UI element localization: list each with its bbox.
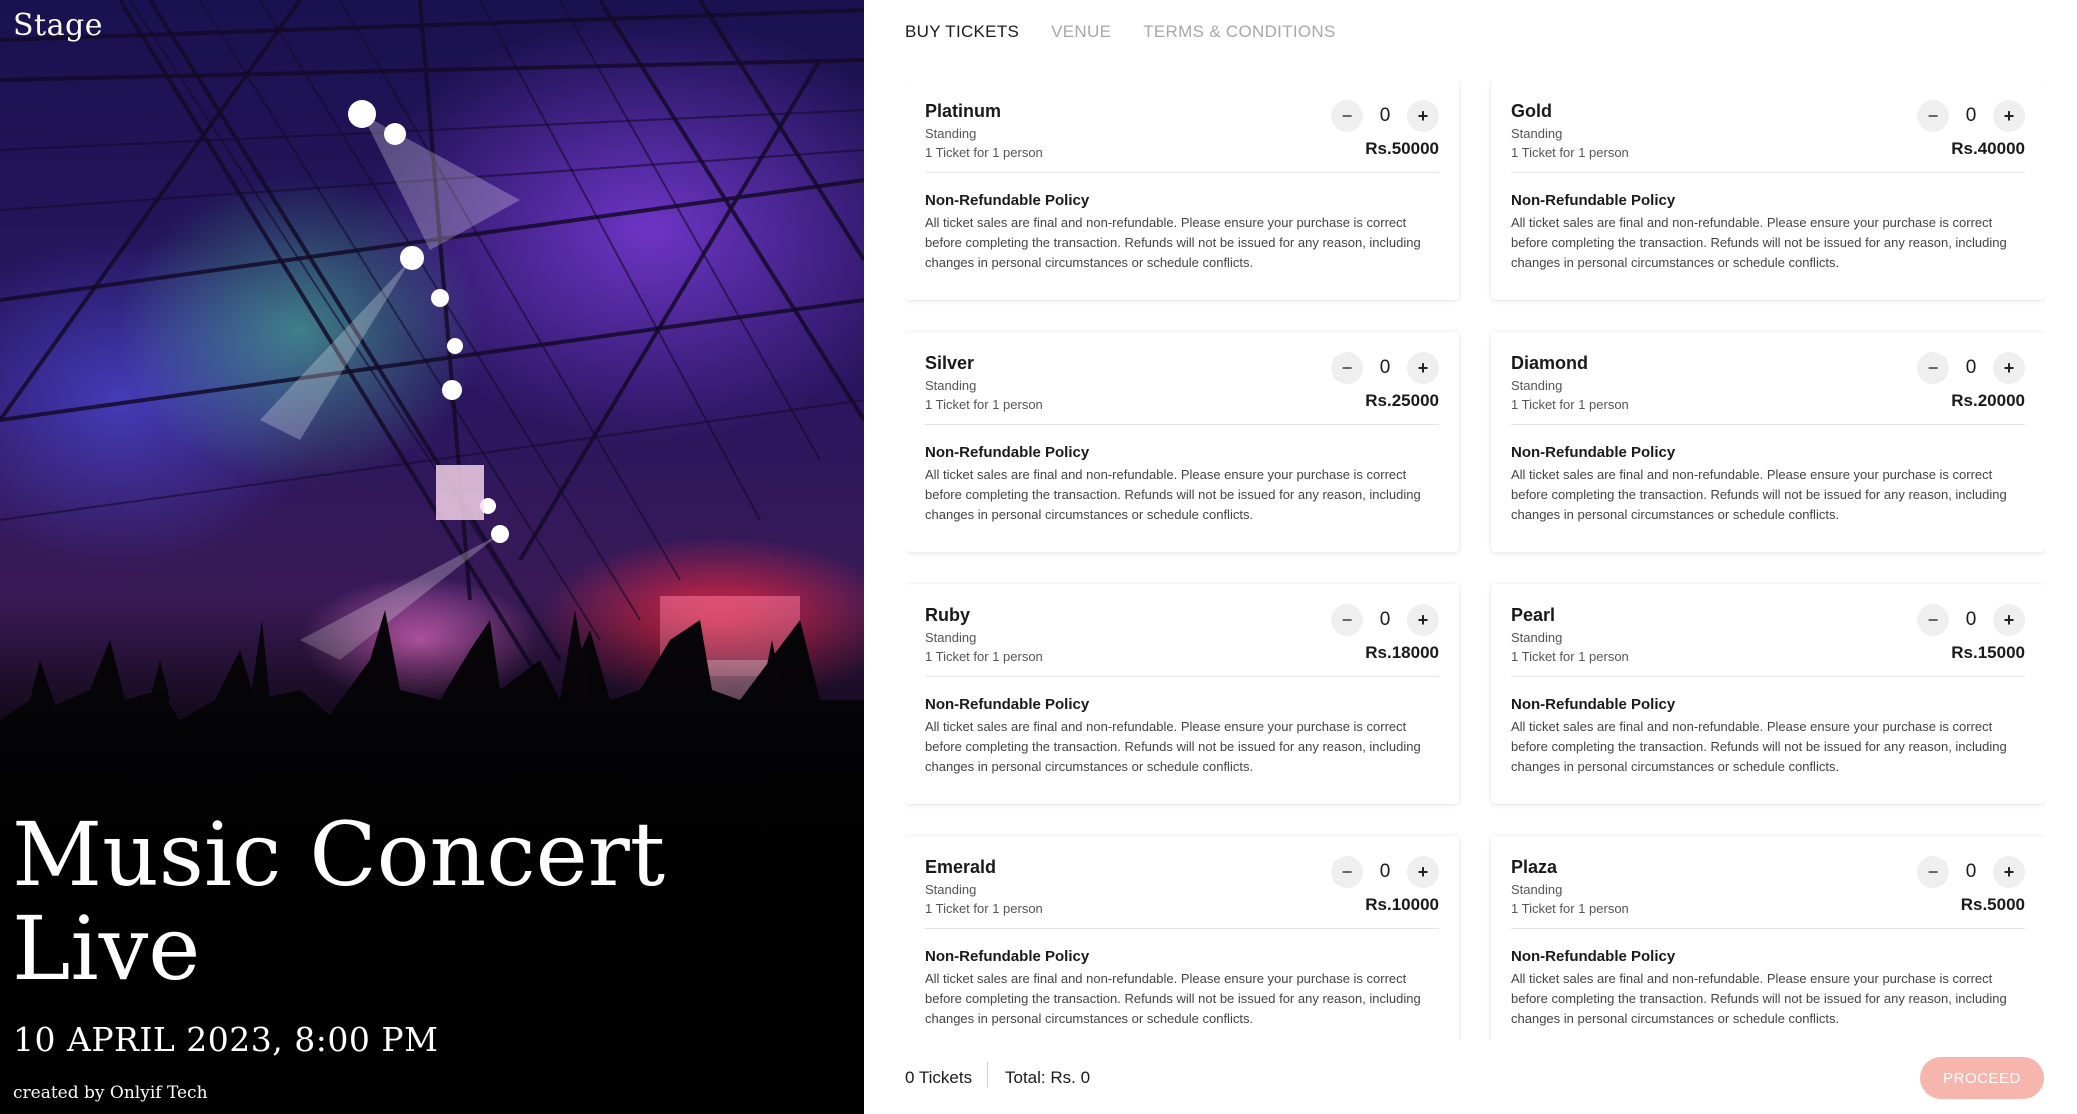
ticket-description: 1 Ticket for 1 person [925,397,1043,412]
plus-icon[interactable]: + [1993,100,2025,132]
ticket-card-plaza: Plaza Standing 1 Ticket for 1 person − 0… [1491,836,2045,1040]
plus-icon[interactable]: + [1407,604,1439,636]
ticket-header: Platinum Standing 1 Ticket for 1 person … [925,100,1439,173]
minus-icon[interactable]: − [1331,352,1363,384]
ticket-header: Gold Standing 1 Ticket for 1 person − 0 … [1511,100,2025,173]
ticket-description: 1 Ticket for 1 person [1511,649,1629,664]
event-date: 10 APRIL 2023, 8:00 PM [13,1020,439,1059]
ticket-price: Rs.18000 [1365,643,1439,662]
ticket-price: Rs.25000 [1365,391,1439,410]
credit-text: created by Onlyif Tech [13,1083,208,1103]
ticket-description: 1 Ticket for 1 person [1511,901,1629,916]
ticket-card-ruby: Ruby Standing 1 Ticket for 1 person − 0 … [905,584,1459,804]
ticket-price: Rs.5000 [1960,895,2025,914]
quantity-stepper: − 0 + [1917,352,2025,384]
minus-icon[interactable]: − [1917,352,1949,384]
tab-terms-conditions[interactable]: TERMS & CONDITIONS [1143,22,1335,42]
quantity-value: 0 [1965,105,1977,126]
tab-bar: BUY TICKETS VENUE TERMS & CONDITIONS [905,22,1336,42]
quantity-value: 0 [1965,357,1977,378]
ticket-price: Rs.50000 [1365,139,1439,158]
ticket-card-gold: Gold Standing 1 Ticket for 1 person − 0 … [1491,80,2045,300]
total-amount: Total: Rs. 0 [1005,1068,1091,1087]
policy-text: All ticket sales are final and non-refun… [1511,971,2007,1026]
minus-icon[interactable]: − [1331,604,1363,636]
quantity-value: 0 [1379,105,1391,126]
ticket-header: Plaza Standing 1 Ticket for 1 person − 0… [1511,856,2025,929]
plus-icon[interactable]: + [1407,100,1439,132]
ticket-card-platinum: Platinum Standing 1 Ticket for 1 person … [905,80,1459,300]
policy-title: Non-Refundable Policy [925,696,1090,713]
ticket-card-emerald: Emerald Standing 1 Ticket for 1 person −… [905,836,1459,1040]
policy-text: All ticket sales are final and non-refun… [1511,719,2007,774]
ticket-header: Ruby Standing 1 Ticket for 1 person − 0 … [925,604,1439,677]
quantity-stepper: − 0 + [1917,604,2025,636]
ticket-header: Silver Standing 1 Ticket for 1 person − … [925,352,1439,425]
policy-text: All ticket sales are final and non-refun… [925,971,1421,1026]
ticket-description: 1 Ticket for 1 person [1511,145,1629,160]
brand-logo-text: Stage [13,8,103,43]
minus-icon[interactable]: − [1917,856,1949,888]
quantity-value: 0 [1965,861,1977,882]
ticket-description: 1 Ticket for 1 person [925,649,1043,664]
event-title: Music Concert Live [12,803,666,1000]
quantity-value: 0 [1379,609,1391,630]
quantity-stepper: − 0 + [1917,100,2025,132]
quantity-stepper: − 0 + [1331,352,1439,384]
ticket-price: Rs.20000 [1951,391,2025,410]
ticket-description: 1 Ticket for 1 person [925,145,1043,160]
plus-icon[interactable]: + [1993,352,2025,384]
quantity-value: 0 [1965,609,1977,630]
plus-icon[interactable]: + [1993,604,2025,636]
quantity-value: 0 [1379,357,1391,378]
policy-title: Non-Refundable Policy [925,948,1090,965]
hero-panel: Stage Music Concert Live 10 APRIL 2023, … [0,0,864,1114]
policy-title: Non-Refundable Policy [1511,192,1676,209]
minus-icon[interactable]: − [1331,856,1363,888]
ticket-header: Emerald Standing 1 Ticket for 1 person −… [925,856,1439,929]
ticket-header: Diamond Standing 1 Ticket for 1 person −… [1511,352,2025,425]
tab-venue[interactable]: VENUE [1051,22,1111,42]
policy-title: Non-Refundable Policy [1511,696,1676,713]
quantity-stepper: − 0 + [1917,856,2025,888]
ticket-count: 0 Tickets [905,1068,973,1087]
policy-text: All ticket sales are final and non-refun… [1511,467,2007,522]
policy-title: Non-Refundable Policy [925,444,1090,461]
plus-icon[interactable]: + [1993,856,2025,888]
policy-text: All ticket sales are final and non-refun… [925,467,1421,522]
ticket-description: 1 Ticket for 1 person [925,901,1043,916]
policy-title: Non-Refundable Policy [1511,948,1676,965]
quantity-stepper: − 0 + [1331,100,1439,132]
ticket-price: Rs.10000 [1365,895,1439,914]
policy-title: Non-Refundable Policy [925,192,1090,209]
quantity-value: 0 [1379,861,1391,882]
ticket-card-pearl: Pearl Standing 1 Ticket for 1 person − 0… [1491,584,2045,804]
proceed-button[interactable]: PROCEED [1920,1057,2044,1099]
plus-icon[interactable]: + [1407,352,1439,384]
ticket-header: Pearl Standing 1 Ticket for 1 person − 0… [1511,604,2025,677]
ticket-card-silver: Silver Standing 1 Ticket for 1 person − … [905,332,1459,552]
ticket-description: 1 Ticket for 1 person [1511,397,1629,412]
minus-icon[interactable]: − [1331,100,1363,132]
tab-buy-tickets[interactable]: BUY TICKETS [905,22,1019,42]
ticket-card-diamond: Diamond Standing 1 Ticket for 1 person −… [1491,332,2045,552]
quantity-stepper: − 0 + [1331,604,1439,636]
policy-text: All ticket sales are final and non-refun… [925,215,1421,270]
ticket-price: Rs.15000 [1951,643,2025,662]
plus-icon[interactable]: + [1407,856,1439,888]
minus-icon[interactable]: − [1917,604,1949,636]
ticket-grid: Platinum Standing 1 Ticket for 1 person … [905,80,2045,1040]
checkout-footer: 0 Tickets Total: Rs. 0 PROCEED [864,1040,2077,1114]
policy-text: All ticket sales are final and non-refun… [925,719,1421,774]
minus-icon[interactable]: − [1917,100,1949,132]
policy-title: Non-Refundable Policy [1511,444,1676,461]
policy-text: All ticket sales are final and non-refun… [1511,215,2007,270]
quantity-stepper: − 0 + [1331,856,1439,888]
footer-divider [987,1062,988,1088]
ticket-price: Rs.40000 [1951,139,2025,158]
